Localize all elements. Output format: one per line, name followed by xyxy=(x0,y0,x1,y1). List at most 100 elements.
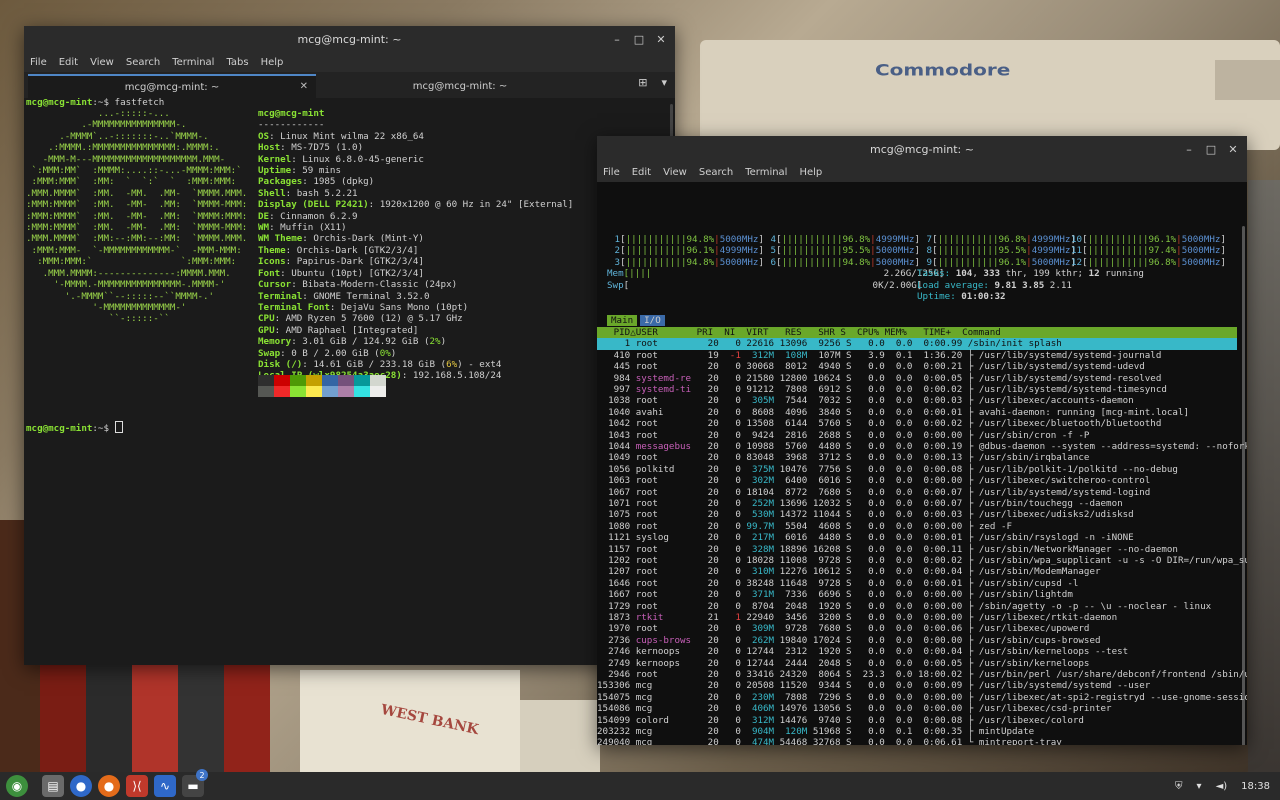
tab-1[interactable]: mcg@mcg-mint: ~ ✕ xyxy=(28,74,316,98)
shield-icon[interactable]: ⛨ xyxy=(1175,781,1183,792)
virt: 22616 xyxy=(740,338,775,350)
chevron-down-icon[interactable]: ▾ xyxy=(661,76,667,89)
minimize-icon[interactable]: – xyxy=(1183,143,1195,156)
virt: 83048 xyxy=(740,452,775,464)
wifi-icon[interactable]: ▾ xyxy=(1197,781,1202,792)
process-row[interactable]: 410 root 19 -1 312M 108M 107M S 3.9 0.1 … xyxy=(597,350,1237,361)
menu-file[interactable]: File xyxy=(30,57,47,68)
close-icon[interactable]: ✕ xyxy=(1227,143,1239,156)
info-row: GPU: AMD Raphael [Integrated] xyxy=(258,325,573,336)
process-table-header[interactable]: PID△USER PRI NI VIRT RES SHR S CPU% MEM%… xyxy=(597,327,1237,339)
process-row[interactable]: 1646 root 20 0 38248 11648 9728 S 0.0 0.… xyxy=(597,578,1237,589)
menu-view[interactable]: View xyxy=(663,167,687,178)
process-row[interactable]: 1 root 20 0 22616 13096 9256 S 0.0 0.0 0… xyxy=(597,338,1237,350)
process-row[interactable]: 2749 kernoops 20 0 12744 2444 2048 S 0.0… xyxy=(597,658,1237,669)
user: kernoops xyxy=(635,646,692,658)
menu-view[interactable]: View xyxy=(90,57,114,68)
info-value: : Orchis-Dark [GTK2/3/4] xyxy=(285,244,419,256)
titlebar[interactable]: mcg@mcg-mint: ~ – □ ✕ xyxy=(597,136,1247,162)
process-row[interactable]: 1075 root 20 0 530M 14372 11044 S 0.0 0.… xyxy=(597,509,1237,520)
terminal-window-htop[interactable]: mcg@mcg-mint: ~ – □ ✕ File Edit View Sea… xyxy=(597,136,1247,745)
menubar: File Edit View Search Terminal Tabs Help xyxy=(24,52,675,72)
process-row[interactable]: 203232 mcg 20 0 904M 120M 51968 S 0.0 0.… xyxy=(597,726,1237,737)
pid: 154099 xyxy=(597,714,636,726)
process-row[interactable]: 1038 root 20 0 305M 7544 7032 S 0.0 0.0 … xyxy=(597,395,1237,406)
state: S xyxy=(840,361,852,373)
process-row[interactable]: 1067 root 20 0 18104 8772 7680 S 0.0 0.0… xyxy=(597,487,1237,498)
process-row[interactable]: 1044 messagebus 20 0 10988 5760 4480 S 0… xyxy=(597,441,1247,452)
menu-edit[interactable]: Edit xyxy=(59,57,78,68)
process-row[interactable]: 1207 root 20 0 310M 12276 10612 S 0.0 0.… xyxy=(597,566,1237,577)
mint-menu-icon[interactable]: ◉ xyxy=(6,775,28,797)
menu-file[interactable]: File xyxy=(603,167,620,178)
nice: 0 xyxy=(718,509,741,521)
process-row[interactable]: 154099 colord 20 0 312M 14476 9740 S 0.0… xyxy=(597,715,1237,726)
menu-edit[interactable]: Edit xyxy=(632,167,651,178)
menu-help[interactable]: Help xyxy=(261,57,284,68)
cpu-time: 0:00.00 xyxy=(912,520,968,532)
tab-io[interactable]: I/O xyxy=(640,315,665,326)
process-row[interactable]: 2736 cups-brows 20 0 262M 19840 17024 S … xyxy=(597,635,1237,646)
system-monitor-icon[interactable]: ∿ xyxy=(154,775,176,797)
process-row[interactable]: 1729 root 20 0 8704 2048 1920 S 0.0 0.0 … xyxy=(597,601,1237,612)
priority: 20 xyxy=(691,486,719,498)
terminal-icon[interactable]: ▬ 2 xyxy=(182,769,208,797)
terminal-window-fastfetch[interactable]: mcg@mcg-mint: ~ – □ ✕ File Edit View Sea… xyxy=(24,26,675,665)
shr: 4940 xyxy=(807,361,841,373)
files-icon[interactable]: ▤ xyxy=(42,775,64,797)
code-icon[interactable]: ⟩⟨ xyxy=(126,775,148,797)
command: ├ /usr/lib/systemd/systemd --user xyxy=(967,680,1151,692)
process-row[interactable]: 1063 root 20 0 302M 6400 6016 S 0.0 0.0 … xyxy=(597,475,1237,486)
process-row[interactable]: 1970 root 20 0 309M 9728 7680 S 0.0 0.0 … xyxy=(597,623,1237,634)
firefox-icon[interactable]: ● xyxy=(70,775,92,797)
minimize-icon[interactable]: – xyxy=(611,33,623,46)
new-tab-icon[interactable]: ⊞ xyxy=(638,76,647,89)
process-row[interactable]: 2746 kernoops 20 0 12744 2312 1920 S 0.0… xyxy=(597,646,1237,657)
process-row[interactable]: 1157 root 20 0 328M 18896 16208 S 0.0 0.… xyxy=(597,544,1237,555)
menu-terminal[interactable]: Terminal xyxy=(172,57,214,68)
htop-output[interactable]: Main I/O PID△USER PRI NI VIRT RES SHR S … xyxy=(597,182,1247,745)
tab-2[interactable]: mcg@mcg-mint: ~ xyxy=(316,74,604,98)
process-row[interactable]: 1080 root 20 0 99.7M 5504 4608 S 0.0 0.0… xyxy=(597,521,1237,532)
menu-search[interactable]: Search xyxy=(699,167,733,178)
tab-main[interactable]: Main xyxy=(607,315,638,326)
maximize-icon[interactable]: □ xyxy=(1205,143,1217,156)
process-row[interactable]: 153306 mcg 20 0 20508 11520 9344 S 0.0 0… xyxy=(597,680,1237,691)
menu-tabs[interactable]: Tabs xyxy=(226,57,248,68)
process-row[interactable]: 1043 root 20 0 9424 2816 2688 S 0.0 0.0 … xyxy=(597,430,1237,441)
process-row[interactable]: 1121 syslog 20 0 217M 6016 4480 S 0.0 0.… xyxy=(597,532,1237,543)
process-row[interactable]: 1667 root 20 0 371M 7336 6696 S 0.0 0.0 … xyxy=(597,589,1237,600)
mem-percent: 0.0 xyxy=(884,680,913,692)
menu-terminal[interactable]: Terminal xyxy=(745,167,787,178)
res: 14976 xyxy=(774,703,808,715)
close-icon[interactable]: ✕ xyxy=(655,33,667,46)
process-row[interactable]: 1202 root 20 0 18028 11008 9728 S 0.0 0.… xyxy=(597,555,1247,566)
process-row[interactable]: 154086 mcg 20 0 406M 14976 13056 S 0.0 0… xyxy=(597,703,1237,714)
process-row[interactable]: 984 systemd-re 20 0 21580 12800 10624 S … xyxy=(597,373,1237,384)
process-row[interactable]: 997 systemd-ti 20 0 91212 7808 6912 S 0.… xyxy=(597,384,1237,395)
cpu-time: 0:00.35 xyxy=(912,726,968,737)
process-row[interactable]: 1056 polkitd 20 0 375M 10476 7756 S 0.0 … xyxy=(597,464,1237,475)
terminal-output[interactable]: mcg@mcg-mint:~$ fastfetch ...-:::::-... … xyxy=(24,98,675,665)
firefox-dev-icon[interactable]: ● xyxy=(98,775,120,797)
process-row[interactable]: 1071 root 20 0 252M 13696 12032 S 0.0 0.… xyxy=(597,498,1237,509)
volume-icon[interactable]: ◄) xyxy=(1216,781,1228,792)
nice: 0 xyxy=(718,669,741,680)
scrollbar[interactable] xyxy=(1242,226,1245,745)
clock[interactable]: 18:38 xyxy=(1241,781,1270,792)
virt: 312M xyxy=(740,714,775,726)
process-row[interactable]: 154075 mcg 20 0 230M 7808 7296 S 0.0 0.0… xyxy=(597,692,1247,703)
menu-help[interactable]: Help xyxy=(799,167,822,178)
maximize-icon[interactable]: □ xyxy=(633,33,645,46)
process-row[interactable]: 445 root 20 0 30068 8012 4940 S 0.0 0.0 … xyxy=(597,361,1237,372)
process-row[interactable]: 1042 root 20 0 13508 6144 5760 S 0.0 0.0… xyxy=(597,418,1237,429)
process-row[interactable]: 1873 rtkit 21 1 22940 3456 3200 S 0.0 0.… xyxy=(597,612,1237,623)
process-row[interactable]: 249040 mcg 20 0 474M 54468 32768 S 0.0 0… xyxy=(597,737,1237,745)
process-row[interactable]: 2946 root 20 0 33416 24320 8064 S 23.3 0… xyxy=(597,669,1247,680)
menu-search[interactable]: Search xyxy=(126,57,160,68)
tab-close-icon[interactable]: ✕ xyxy=(300,81,308,92)
process-row[interactable]: 1049 root 20 0 83048 3968 3712 S 0.0 0.0… xyxy=(597,452,1237,463)
titlebar[interactable]: mcg@mcg-mint: ~ – □ ✕ xyxy=(24,26,675,52)
tasks-thr-label: thr, 199 kthr; xyxy=(1000,268,1089,280)
process-row[interactable]: 1040 avahi 20 0 8608 4096 3840 S 0.0 0.0… xyxy=(597,407,1237,418)
